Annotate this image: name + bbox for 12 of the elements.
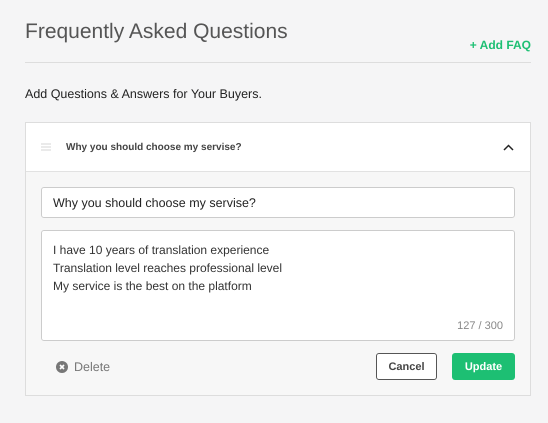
- cancel-button[interactable]: Cancel: [376, 353, 437, 380]
- subtitle: Add Questions & Answers for Your Buyers.: [25, 87, 263, 101]
- drag-handle-icon[interactable]: [41, 143, 51, 151]
- question-field[interactable]: Why you should choose my servise?: [41, 187, 515, 218]
- close-icon: [56, 360, 68, 372]
- character-counter: 127 / 300: [457, 320, 503, 332]
- faq-question: Why you should choose my servise?: [66, 142, 243, 152]
- page-title: Frequently Asked Questions: [25, 20, 288, 44]
- chevron-icon[interactable]: [503, 144, 514, 150]
- faq-header[interactable]: Why you should choose my servise?: [26, 123, 530, 172]
- answer-field[interactable]: I have 10 years of translation experience Translation level reaches professional level My service is the best on the platform 127 / 300: [41, 230, 515, 341]
- delete-button[interactable]: Delete: [41, 360, 110, 374]
